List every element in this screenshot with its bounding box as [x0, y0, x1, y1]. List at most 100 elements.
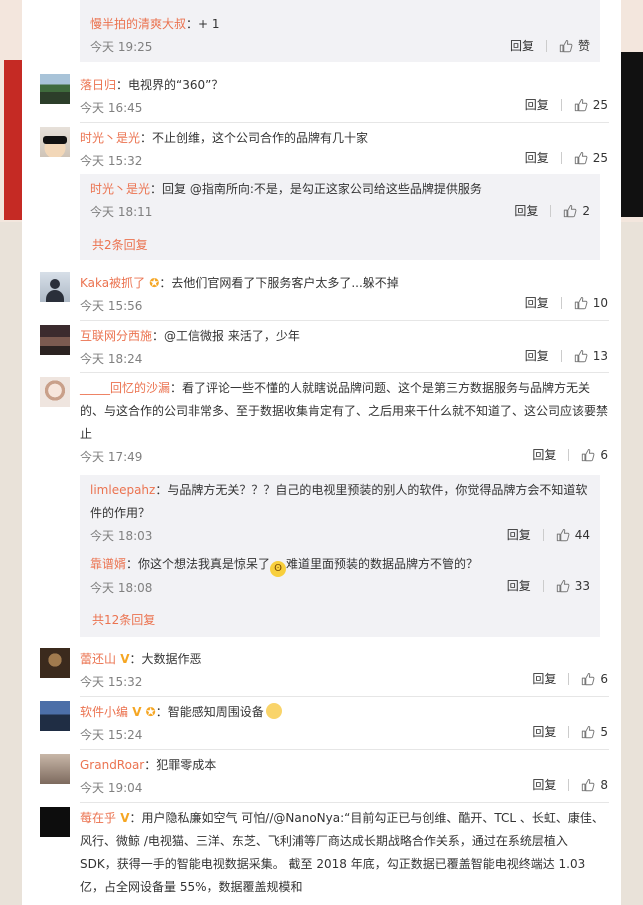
more-replies-link[interactable]: 共12条回复: [92, 611, 155, 628]
avatar[interactable]: [40, 127, 70, 157]
comment-actions: 回复 5: [532, 723, 608, 740]
reply-user[interactable]: limleepahz: [90, 483, 155, 497]
like-count: 5: [600, 724, 608, 739]
reply-button[interactable]: 回复: [507, 526, 531, 543]
comment-actions: 回复 6: [532, 446, 608, 463]
avatar[interactable]: [40, 74, 70, 104]
reply-text: ：你这个想法我真是惊呆了: [126, 557, 271, 571]
shocked-emoji-icon: ʘ: [270, 561, 287, 577]
like-button[interactable]: 13: [574, 349, 608, 363]
comment-actions: 回复 13: [525, 347, 608, 364]
comment-user[interactable]: 软件小编: [80, 705, 128, 719]
like-count: 8: [600, 777, 608, 792]
like-count: 25: [592, 150, 608, 165]
comment-user[interactable]: 蕾还山: [80, 652, 116, 666]
comment-user[interactable]: 时光丶是光: [80, 131, 140, 145]
divider: [80, 749, 609, 750]
reply-actions: 回复 33: [507, 577, 590, 594]
cat-emoji-icon: [265, 703, 282, 719]
like-button[interactable]: 赞: [559, 37, 590, 54]
reply-button[interactable]: 回复: [525, 347, 549, 364]
like-button[interactable]: 2: [563, 204, 590, 218]
thumbs-up-icon: [581, 725, 595, 739]
reply-button[interactable]: 回复: [525, 294, 549, 311]
thumbs-up-icon: [559, 39, 573, 53]
like-button[interactable]: 33: [556, 579, 590, 593]
thumbs-up-icon: [556, 528, 570, 542]
more-replies-link[interactable]: 共2条回复: [92, 236, 148, 253]
reply-user[interactable]: 时光丶是光: [90, 182, 150, 196]
comment-text: ：去他们官网看了下服务客户太多了...躲不掉: [159, 276, 399, 290]
comment-user[interactable]: _____回忆的沙漏: [80, 381, 170, 395]
avatar[interactable]: [40, 701, 70, 731]
avatar[interactable]: [40, 648, 70, 678]
like-button[interactable]: 5: [581, 725, 608, 739]
reply-item: 靠谱婿：你这个想法我真是惊呆了 ʘ 难道里面预装的数据品牌方不管的？ 今天 18:0…: [90, 553, 590, 599]
reply-button[interactable]: 回复: [525, 149, 549, 166]
reply-text: ：与品牌方无关？？？自己的电视里预装的别人的软件，你觉得品牌方会不知道软件的作用…: [90, 483, 588, 520]
reply-item: 慢半拍的清爽大叔：+ 1 今天 19:25 回复 赞: [90, 13, 590, 58]
like-count: 6: [600, 671, 608, 686]
verified-v-icon: V: [128, 705, 142, 719]
like-button[interactable]: 10: [574, 296, 608, 310]
like-button[interactable]: 44: [556, 528, 590, 542]
thumbs-up-icon: [574, 98, 588, 112]
thumbs-up-icon: [581, 778, 595, 792]
reply-button[interactable]: 回复: [514, 202, 538, 219]
comment-text: ：用户隐私廉如空气 可怕//@NanoNya:“目前勾正已与创维、酷开、TCL …: [80, 811, 604, 894]
like-count: 25: [592, 97, 608, 112]
like-button[interactable]: 25: [574, 151, 608, 165]
like-button[interactable]: 8: [581, 778, 608, 792]
comment-time: 今天 19:04: [80, 781, 143, 795]
like-button[interactable]: 6: [581, 448, 608, 462]
reply-button[interactable]: 回复: [532, 670, 556, 687]
avatar[interactable]: [40, 807, 70, 837]
comment-user[interactable]: 莓在乎: [80, 811, 116, 825]
comment-user[interactable]: 落日归: [80, 78, 116, 92]
divider: [80, 320, 609, 321]
thumbs-up-icon: [581, 672, 595, 686]
reply-user[interactable]: 慢半拍的清爽大叔: [90, 17, 186, 31]
divider: [80, 372, 609, 373]
separator: [560, 151, 562, 164]
comment-user[interactable]: Kaka被抓了: [80, 276, 145, 290]
reply-box: 时光丶是光：回复 @指南所向:不是，是勾正这家公司给这些品牌提供服务 今天 18…: [80, 174, 600, 260]
reply-button[interactable]: 回复: [525, 96, 549, 113]
like-count: 13: [592, 348, 608, 363]
comment-text: ：大数据作恶: [129, 652, 202, 666]
reply-actions: 回复 赞: [510, 37, 590, 54]
separator: [550, 204, 552, 217]
comment-panel: 慢半拍的清爽大叔：+ 1 今天 19:25 回复 赞 落日归：电视界的“360”…: [22, 0, 621, 905]
reply-button[interactable]: 回复: [507, 577, 531, 594]
fan-badge-icon: ✪: [145, 276, 160, 290]
reply-button[interactable]: 回复: [532, 446, 556, 463]
comment-user[interactable]: GrandRoar: [80, 758, 144, 772]
reply-text: ：+ 1: [186, 17, 220, 31]
avatar[interactable]: [40, 272, 70, 302]
divider: [80, 696, 609, 697]
reply-button[interactable]: 回复: [532, 723, 556, 740]
reply-item: limleepahz：与品牌方无关？？？自己的电视里预装的别人的软件，你觉得品牌…: [90, 479, 590, 547]
thumbs-up-icon: [563, 204, 577, 218]
avatar[interactable]: [40, 377, 70, 407]
separator: [560, 349, 562, 362]
thumbs-up-icon: [574, 151, 588, 165]
like-count: 10: [592, 295, 608, 310]
divider: [80, 802, 609, 803]
thumbs-up-icon: [581, 448, 595, 462]
reply-item: 时光丶是光：回复 @指南所向:不是，是勾正这家公司给这些品牌提供服务 今天 18…: [90, 178, 590, 223]
like-button[interactable]: 25: [574, 98, 608, 112]
like-button[interactable]: 6: [581, 672, 608, 686]
reply-user[interactable]: 靠谱婿: [90, 557, 126, 571]
separator: [545, 39, 547, 52]
thumbs-up-icon: [574, 296, 588, 310]
avatar[interactable]: [40, 325, 70, 355]
reply-button[interactable]: 回复: [532, 776, 556, 793]
avatar[interactable]: [40, 754, 70, 784]
comment-user[interactable]: 互联网分西施: [80, 329, 152, 343]
separator: [560, 296, 562, 309]
reply-button[interactable]: 回复: [510, 37, 534, 54]
comment-text: ：犯罪零成本: [144, 758, 217, 772]
reply-actions: 回复 44: [507, 526, 590, 543]
verified-v-icon: V: [116, 811, 130, 825]
